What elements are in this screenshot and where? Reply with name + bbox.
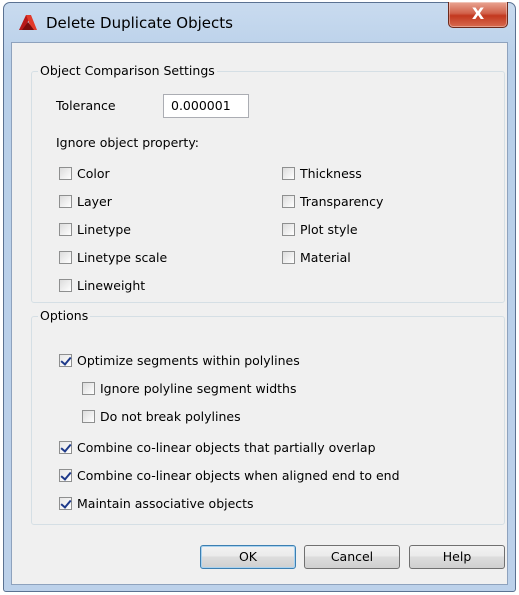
close-icon: X xyxy=(471,4,485,23)
checkbox-label: Maintain associative objects xyxy=(77,496,254,511)
checkbox-combine-end-to-end[interactable]: Combine co-linear objects when aligned e… xyxy=(59,468,400,483)
title-bar: Delete Duplicate Objects X xyxy=(4,2,515,43)
checkbox-label: Ignore polyline segment widths xyxy=(100,381,297,396)
checkbox-thickness[interactable]: Thickness xyxy=(282,166,362,181)
options-group-label: Options xyxy=(38,308,91,324)
checkbox-box[interactable] xyxy=(59,497,72,510)
checkbox-plot-style[interactable]: Plot style xyxy=(282,222,358,237)
window-title: Delete Duplicate Objects xyxy=(46,14,233,32)
checkbox-label: Transparency xyxy=(300,194,384,209)
checkbox-lineweight[interactable]: Lineweight xyxy=(59,278,145,293)
checkbox-box[interactable] xyxy=(59,279,72,292)
checkbox-label: Optimize segments within polylines xyxy=(77,353,300,368)
checkbox-label: Layer xyxy=(77,194,112,209)
checkbox-box[interactable] xyxy=(282,167,295,180)
checkbox-box[interactable] xyxy=(282,223,295,236)
checkbox-do-not-break[interactable]: Do not break polylines xyxy=(82,409,241,424)
comparison-group-label: Object Comparison Settings xyxy=(38,63,217,79)
checkbox-label: Material xyxy=(300,250,351,265)
checkbox-box[interactable] xyxy=(59,251,72,264)
checkbox-label: Combine co-linear objects when aligned e… xyxy=(77,468,400,483)
checkbox-box[interactable] xyxy=(59,469,72,482)
checkbox-linetype[interactable]: Linetype xyxy=(59,222,131,237)
dialog-window: Delete Duplicate Objects X Object Compar… xyxy=(3,2,516,592)
checkbox-label: Combine co-linear objects that partially… xyxy=(77,440,376,455)
checkbox-label: Thickness xyxy=(300,166,362,181)
checkbox-layer[interactable]: Layer xyxy=(59,194,112,209)
tolerance-input[interactable]: 0.000001 xyxy=(163,94,249,118)
checkbox-label: Lineweight xyxy=(77,278,146,293)
checkbox-box[interactable] xyxy=(59,167,72,180)
checkbox-box[interactable] xyxy=(82,410,95,423)
checkbox-transparency[interactable]: Transparency xyxy=(282,194,383,209)
checkbox-box[interactable] xyxy=(59,195,72,208)
checkbox-box[interactable] xyxy=(82,382,95,395)
tolerance-label: Tolerance xyxy=(56,98,116,113)
checkbox-label: Linetype scale xyxy=(77,250,168,265)
checkbox-box[interactable] xyxy=(59,223,72,236)
checkbox-label: Plot style xyxy=(300,222,358,237)
autocad-icon xyxy=(19,15,37,30)
help-button[interactable]: Help xyxy=(409,545,505,569)
close-button[interactable]: X xyxy=(448,2,508,28)
checkbox-optimize-segments[interactable]: Optimize segments within polylines xyxy=(59,353,300,368)
dialog-client-area: Object Comparison Settings Tolerance 0.0… xyxy=(11,42,508,585)
checkbox-color[interactable]: Color xyxy=(59,166,110,181)
checkbox-linetype-scale[interactable]: Linetype scale xyxy=(59,250,167,265)
ignore-property-label: Ignore object property: xyxy=(56,135,200,150)
ok-button[interactable]: OK xyxy=(200,545,296,569)
checkbox-ignore-segment-widths[interactable]: Ignore polyline segment widths xyxy=(82,381,296,396)
checkbox-label: Color xyxy=(77,166,110,181)
checkbox-material[interactable]: Material xyxy=(282,250,351,265)
checkbox-maintain-associative[interactable]: Maintain associative objects xyxy=(59,496,254,511)
checkbox-label: Linetype xyxy=(77,222,131,237)
checkbox-label: Do not break polylines xyxy=(100,409,241,424)
checkbox-box[interactable] xyxy=(59,441,72,454)
cancel-button[interactable]: Cancel xyxy=(304,545,400,569)
checkbox-box[interactable] xyxy=(282,195,295,208)
checkbox-combine-overlap[interactable]: Combine co-linear objects that partially… xyxy=(59,440,376,455)
checkbox-box[interactable] xyxy=(59,354,72,367)
checkbox-box[interactable] xyxy=(282,251,295,264)
